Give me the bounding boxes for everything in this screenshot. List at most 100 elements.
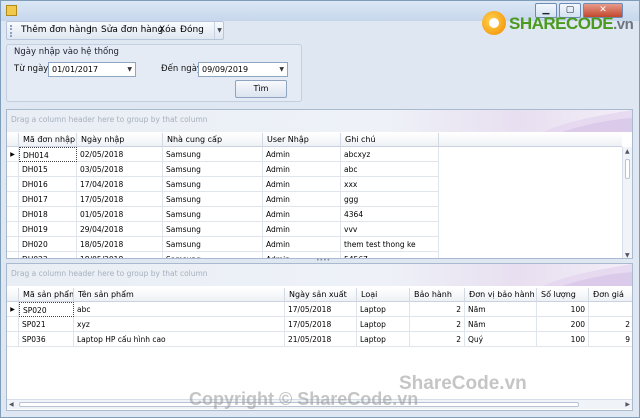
cell-mfg-date[interactable]: 17/05/2018 [285,317,357,332]
row-indicator[interactable] [7,207,19,222]
cell-order-id[interactable]: DH015 [19,162,77,177]
col-unit-price[interactable]: Đơn giá [589,288,632,302]
cell-warranty-unit[interactable]: Quý [465,332,537,347]
cell-unit-price[interactable]: 2 [589,317,632,332]
col-quantity[interactable]: Số lượng [537,288,589,302]
col-supplier[interactable]: Nhà cung cấp [163,133,263,147]
cell-supplier[interactable]: Samsung [163,222,263,237]
to-date-picker[interactable]: 09/09/2019 ▼ [198,62,288,77]
cell-product-name[interactable]: Laptop HP cấu hình cao [74,332,285,347]
cell-warranty[interactable]: 2 [410,332,465,347]
col-mfg-date[interactable]: Ngày sản xuất [285,288,357,302]
search-button[interactable]: Tìm [235,80,287,98]
row-indicator[interactable] [7,222,19,237]
cell-mfg-date[interactable]: 21/05/2018 [285,332,357,347]
cell-order-id[interactable]: DH019 [19,222,77,237]
detail-row[interactable]: ▶ SP020 abc 17/05/2018 Laptop 2 Năm 100 [7,302,632,317]
cell-product-name[interactable]: xyz [74,317,285,332]
scroll-down-icon[interactable]: ▼ [625,252,630,258]
col-user[interactable]: User Nhập [263,133,341,147]
col-product-id[interactable]: Mã sản phẩm [19,288,74,302]
col-warranty-unit[interactable]: Đơn vị bảo hành [465,288,537,302]
order-row[interactable]: DH020 18/05/2018 Samsung Admin them test tho… [7,237,439,252]
row-indicator[interactable] [7,332,19,347]
cell-user[interactable]: Admin [263,162,341,177]
row-indicator[interactable]: ▶ [7,302,19,317]
delete-button[interactable]: Xóa [159,25,176,35]
cell-warranty-unit[interactable]: Năm [465,317,537,332]
cell-warranty[interactable]: 2 [410,317,465,332]
row-indicator[interactable]: ▶ [7,147,19,162]
cell-product-name[interactable]: abc [74,302,285,317]
cell-quantity[interactable]: 100 [537,302,589,317]
col-order-id[interactable]: Mã đơn nhập [19,133,77,147]
cell-supplier[interactable]: Samsung [163,162,263,177]
cell-product-id[interactable]: SP036 [19,332,74,347]
details-group-panel[interactable]: Drag a column header here to group by th… [7,264,632,286]
cell-note[interactable]: xxx [341,177,439,192]
cell-user[interactable]: Admin [263,207,341,222]
cell-user[interactable]: Admin [263,177,341,192]
scroll-up-icon[interactable]: ▲ [625,148,630,155]
cell-order-id[interactable]: DH017 [19,192,77,207]
cell-warranty[interactable]: 2 [410,302,465,317]
cell-order-id[interactable]: DH022 [19,252,77,258]
col-note[interactable]: Ghi chú [341,133,439,147]
cell-product-id[interactable]: SP021 [19,317,74,332]
order-row[interactable]: DH017 17/05/2018 Samsung Admin ggg [7,192,439,207]
cell-supplier[interactable]: Samsung [163,192,263,207]
cell-user[interactable]: Admin [263,222,341,237]
row-indicator[interactable] [7,192,19,207]
cell-type[interactable]: Laptop [357,317,410,332]
detail-row[interactable]: SP036 Laptop HP cấu hình cao 21/05/2018 Lap… [7,332,632,347]
cell-unit-price[interactable]: 9 [589,332,632,347]
cell-import-date[interactable]: 17/04/2018 [77,177,163,192]
col-product-name[interactable]: Tên sản phẩm [74,288,285,302]
order-row[interactable]: DH019 29/04/2018 Samsung Admin vvv [7,222,439,237]
cell-product-id[interactable]: SP020 [19,302,74,317]
cell-type[interactable]: Laptop [357,332,410,347]
cell-supplier[interactable]: Samsung [163,237,263,252]
edit-order-button[interactable]: Sửa đơn hàng [101,25,163,35]
cell-unit-price[interactable] [589,302,632,317]
order-row[interactable]: DH015 03/05/2018 Samsung Admin abc [7,162,439,177]
scroll-left-icon[interactable]: ◀ [9,401,14,408]
orders-vscroll-thumb[interactable] [625,159,630,179]
col-type[interactable]: Loại [357,288,410,302]
cell-import-date[interactable]: 17/05/2018 [77,192,163,207]
print-button[interactable]: In [89,25,97,35]
cell-warranty-unit[interactable]: Năm [465,302,537,317]
cell-order-id[interactable]: DH020 [19,237,77,252]
scroll-right-icon[interactable]: ▶ [625,401,630,408]
toolbar-grip[interactable] [10,25,13,37]
cell-order-id[interactable]: DH018 [19,207,77,222]
cell-import-date[interactable]: 18/05/2018 [77,237,163,252]
toolbar-overflow-button[interactable]: ▼ [214,22,224,39]
cell-note[interactable]: vvv [341,222,439,237]
cell-user[interactable]: Admin [263,192,341,207]
orders-group-panel[interactable]: Drag a column header here to group by th… [7,110,632,132]
from-date-picker[interactable]: 01/01/2017 ▼ [48,62,136,77]
cell-type[interactable]: Laptop [357,302,410,317]
cell-note[interactable]: ggg [341,192,439,207]
cell-order-id[interactable]: DH014 [19,147,77,162]
row-indicator[interactable] [7,237,19,252]
col-warranty[interactable]: Bảo hành [410,288,465,302]
row-indicator[interactable] [7,177,19,192]
exit-button[interactable]: Đóng [180,25,204,35]
cell-supplier[interactable]: Samsung [163,252,263,258]
orders-vscroll[interactable]: ▲ ▼ [622,147,632,258]
cell-import-date[interactable]: 29/04/2018 [77,222,163,237]
cell-supplier[interactable]: Samsung [163,207,263,222]
cell-supplier[interactable]: Samsung [163,177,263,192]
cell-note[interactable]: 54567 [341,252,439,258]
cell-user[interactable]: Admin [263,237,341,252]
order-row[interactable]: DH016 17/04/2018 Samsung Admin xxx [7,177,439,192]
cell-note[interactable]: abc [341,162,439,177]
row-indicator[interactable] [7,252,19,258]
col-import-date[interactable]: Ngày nhập [77,133,163,147]
cell-quantity[interactable]: 100 [537,332,589,347]
order-row[interactable]: ▶ DH014 02/05/2018 Samsung Admin abcxyz [7,147,439,162]
cell-import-date[interactable]: 01/05/2018 [77,207,163,222]
order-row[interactable]: DH018 01/05/2018 Samsung Admin 4364 [7,207,439,222]
